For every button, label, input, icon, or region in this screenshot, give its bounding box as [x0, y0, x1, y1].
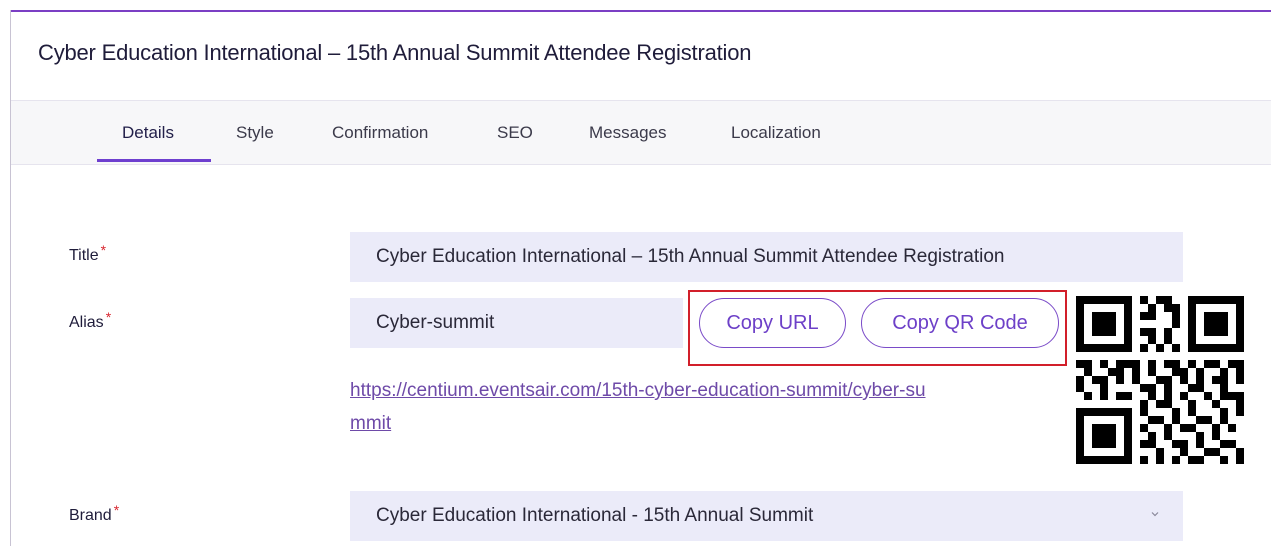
brand-select[interactable]: Cyber Education International - 15th Ann… [350, 491, 1183, 541]
alias-input[interactable]: Cyber-summit [350, 298, 683, 348]
title-label-text: Title [69, 247, 99, 264]
url-line-1[interactable]: https://centium.eventsair.com/15th-cyber… [350, 380, 926, 401]
brand-label-text: Brand [69, 507, 112, 524]
tab-details[interactable]: Details [122, 123, 174, 143]
required-marker: * [113, 502, 120, 518]
active-tab-indicator [97, 159, 211, 162]
qr-code-icon [1076, 296, 1244, 464]
copy-qr-code-button[interactable]: Copy QR Code [861, 298, 1059, 348]
chevron-down-icon[interactable] [1150, 509, 1160, 519]
brand-label: Brand * [69, 502, 119, 525]
copy-url-button[interactable]: Copy URL [699, 298, 846, 348]
tab-confirmation[interactable]: Confirmation [332, 123, 428, 143]
required-marker: * [105, 309, 112, 325]
event-url-link[interactable]: https://centium.eventsair.com/15th-cyber… [350, 374, 1050, 440]
alias-label: Alias * [69, 309, 111, 332]
tab-style[interactable]: Style [236, 123, 274, 143]
tab-localization[interactable]: Localization [731, 123, 821, 143]
tab-seo[interactable]: SEO [497, 123, 533, 143]
page-title: Cyber Education International – 15th Ann… [38, 40, 752, 65]
url-line-2[interactable]: mmit [350, 413, 391, 434]
alias-label-text: Alias [69, 314, 104, 331]
title-label: Title * [69, 242, 106, 265]
tab-bar: Details Style Confirmation SEO Messages … [11, 100, 1271, 165]
tab-messages[interactable]: Messages [589, 123, 666, 143]
title-input[interactable]: Cyber Education International – 15th Ann… [350, 232, 1183, 282]
required-marker: * [100, 242, 107, 258]
page-header: Cyber Education International – 15th Ann… [11, 12, 1271, 100]
